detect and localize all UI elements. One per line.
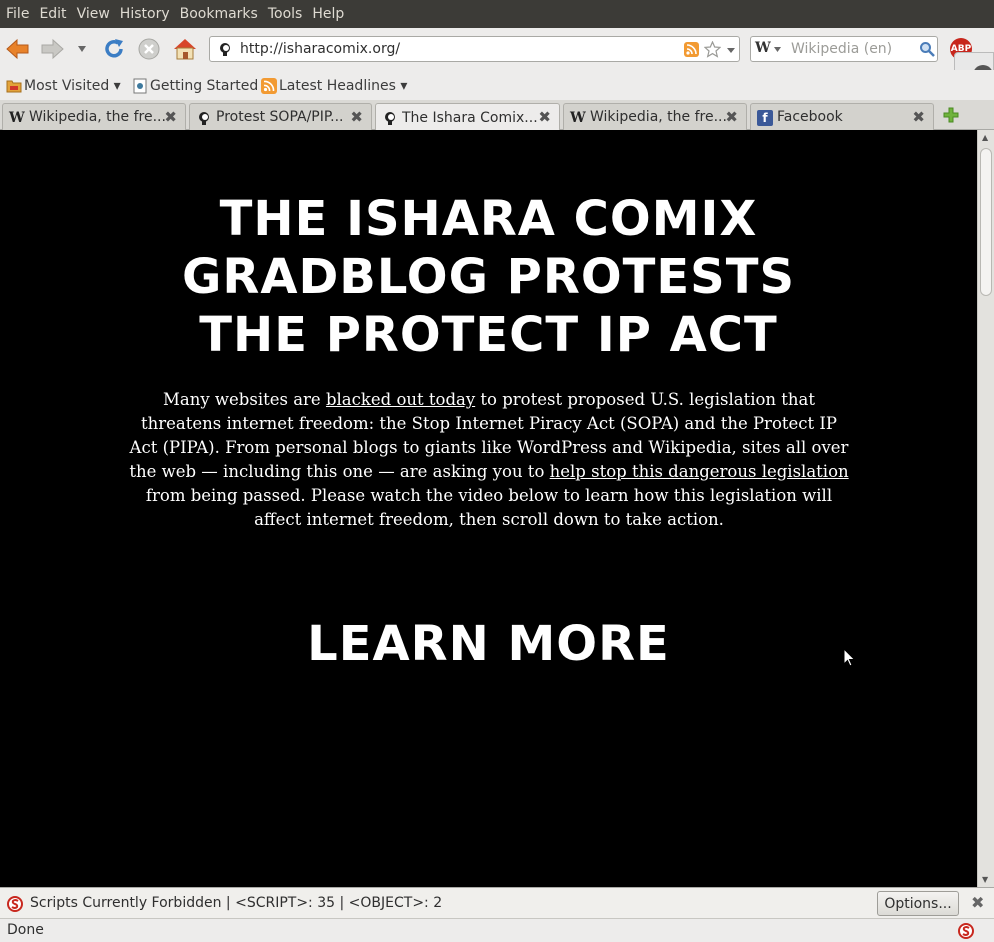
home-icon bbox=[174, 39, 196, 60]
search-engine-badge[interactable]: W bbox=[755, 40, 771, 56]
bookmark-star-icon[interactable] bbox=[704, 41, 721, 58]
tab-wikipedia-1[interactable]: W Wikipedia, the fre... ✖ bbox=[2, 103, 186, 130]
scroll-up-icon[interactable]: ▲ bbox=[982, 133, 988, 142]
tab-label: The Ishara Comix... bbox=[402, 109, 538, 126]
page-icon bbox=[133, 78, 147, 94]
page-headline: THE ISHARA COMIX GRADBLOG PROTESTS THE P… bbox=[120, 190, 857, 364]
bookmark-latest-headlines-label: Latest Headlines ▾ bbox=[279, 78, 408, 94]
search-icon[interactable] bbox=[919, 41, 935, 57]
close-icon[interactable]: ✖ bbox=[971, 893, 984, 912]
close-tab-icon[interactable]: ✖ bbox=[538, 108, 551, 126]
wikipedia-icon: W bbox=[9, 110, 25, 126]
back-button[interactable] bbox=[5, 36, 31, 62]
tab-label: Protest SOPA/PIP... bbox=[216, 109, 344, 125]
noscript-icon bbox=[7, 896, 23, 912]
folder-icon bbox=[6, 80, 22, 93]
site-favicon-icon bbox=[220, 43, 230, 56]
back-arrow-icon bbox=[6, 38, 29, 60]
new-tab-button[interactable] bbox=[942, 106, 960, 124]
url-bar[interactable]: http://isharacomix.org/ bbox=[209, 36, 740, 62]
vertical-scrollbar[interactable]: ▲ ▼ bbox=[977, 130, 994, 887]
body-text: Many websites are bbox=[162, 390, 326, 409]
plus-icon bbox=[943, 107, 959, 123]
search-bar[interactable]: W bbox=[750, 36, 938, 62]
headline-line: THE ISHARA COMIX bbox=[219, 191, 758, 247]
bookmarks-toolbar: Most Visited ▾ Getting Started Latest He… bbox=[0, 70, 994, 100]
menu-bar: File Edit View History Bookmarks Tools H… bbox=[0, 0, 994, 28]
chevron-down-icon bbox=[78, 46, 86, 52]
status-text: Done bbox=[7, 922, 44, 938]
url-dropdown-icon[interactable] bbox=[726, 47, 736, 54]
navigation-toolbar: http://isharacomix.org/ W ABP bbox=[0, 28, 994, 70]
tab-label: Facebook bbox=[777, 109, 843, 125]
bookmark-getting-started[interactable]: Getting Started bbox=[133, 76, 258, 96]
menu-tools[interactable]: Tools bbox=[264, 0, 307, 28]
tab-label: Wikipedia, the fre... bbox=[29, 109, 166, 125]
ishara-icon bbox=[199, 112, 209, 125]
close-tab-icon[interactable]: ✖ bbox=[350, 108, 363, 126]
search-engine-dropdown-icon[interactable] bbox=[773, 46, 782, 53]
tab-ishara-comix[interactable]: The Ishara Comix... ✖ bbox=[375, 103, 560, 131]
scrollbar-thumb[interactable] bbox=[980, 148, 992, 296]
noscript-notification-bar: Scripts Currently Forbidden | <SCRIPT>: … bbox=[0, 887, 994, 918]
protest-description: Many websites are blacked out today to p… bbox=[128, 388, 850, 532]
tab-facebook[interactable]: f Facebook ✖ bbox=[750, 103, 934, 130]
rss-icon bbox=[261, 78, 277, 94]
noscript-options-button[interactable]: Options... bbox=[877, 891, 959, 916]
tab-bar: W Wikipedia, the fre... ✖ Protest SOPA/P… bbox=[0, 100, 994, 131]
home-button[interactable] bbox=[172, 36, 198, 62]
noscript-status-icon[interactable] bbox=[958, 923, 974, 939]
status-bar: Done bbox=[0, 918, 994, 942]
stop-legislation-link[interactable]: help stop this dangerous legislation bbox=[550, 462, 849, 481]
reload-icon bbox=[105, 39, 123, 58]
bookmark-getting-started-label: Getting Started bbox=[150, 78, 259, 94]
reload-button[interactable] bbox=[101, 36, 127, 62]
tab-label: Wikipedia, the fre... bbox=[590, 109, 727, 125]
ishara-icon bbox=[385, 112, 395, 125]
headline-line: THE PROTECT IP ACT bbox=[199, 307, 778, 363]
wikipedia-icon: W bbox=[570, 110, 586, 126]
close-tab-icon[interactable]: ✖ bbox=[725, 108, 738, 126]
menu-file[interactable]: File bbox=[2, 0, 33, 28]
menu-help[interactable]: Help bbox=[308, 0, 348, 28]
close-tab-icon[interactable]: ✖ bbox=[164, 108, 177, 126]
search-input[interactable] bbox=[791, 40, 911, 58]
facebook-icon: f bbox=[757, 110, 773, 126]
tab-wikipedia-2[interactable]: W Wikipedia, the fre... ✖ bbox=[563, 103, 747, 130]
learn-more-heading: LEARN MORE bbox=[307, 616, 670, 672]
forward-arrow-icon bbox=[41, 38, 64, 60]
mouse-cursor-icon bbox=[843, 648, 856, 667]
menu-bookmarks[interactable]: Bookmarks bbox=[176, 0, 262, 28]
menu-edit[interactable]: Edit bbox=[35, 0, 70, 28]
headline-line: GRADBLOG PROTESTS bbox=[181, 249, 796, 305]
stop-button[interactable] bbox=[136, 36, 162, 62]
rss-icon[interactable] bbox=[684, 42, 699, 57]
stop-icon bbox=[138, 38, 160, 60]
bookmark-latest-headlines[interactable]: Latest Headlines ▾ bbox=[261, 76, 407, 96]
tab-protest-sopa[interactable]: Protest SOPA/PIP... ✖ bbox=[189, 103, 372, 130]
bookmark-most-visited-label: Most Visited ▾ bbox=[24, 78, 121, 94]
menu-history[interactable]: History bbox=[116, 0, 174, 28]
body-text: from being passed. Please watch the vide… bbox=[145, 486, 833, 529]
page-content: THE ISHARA COMIX GRADBLOG PROTESTS THE P… bbox=[0, 130, 977, 887]
url-text: http://isharacomix.org/ bbox=[240, 41, 401, 57]
bookmark-most-visited[interactable]: Most Visited ▾ bbox=[6, 76, 121, 96]
blacked-out-link[interactable]: blacked out today bbox=[326, 390, 475, 409]
close-tab-icon[interactable]: ✖ bbox=[912, 108, 925, 126]
scroll-down-icon[interactable]: ▼ bbox=[982, 875, 988, 884]
history-dropdown-button[interactable] bbox=[72, 36, 92, 62]
menu-view[interactable]: View bbox=[73, 0, 114, 28]
forward-button[interactable] bbox=[39, 36, 65, 62]
noscript-message: Scripts Currently Forbidden | <SCRIPT>: … bbox=[30, 895, 443, 911]
